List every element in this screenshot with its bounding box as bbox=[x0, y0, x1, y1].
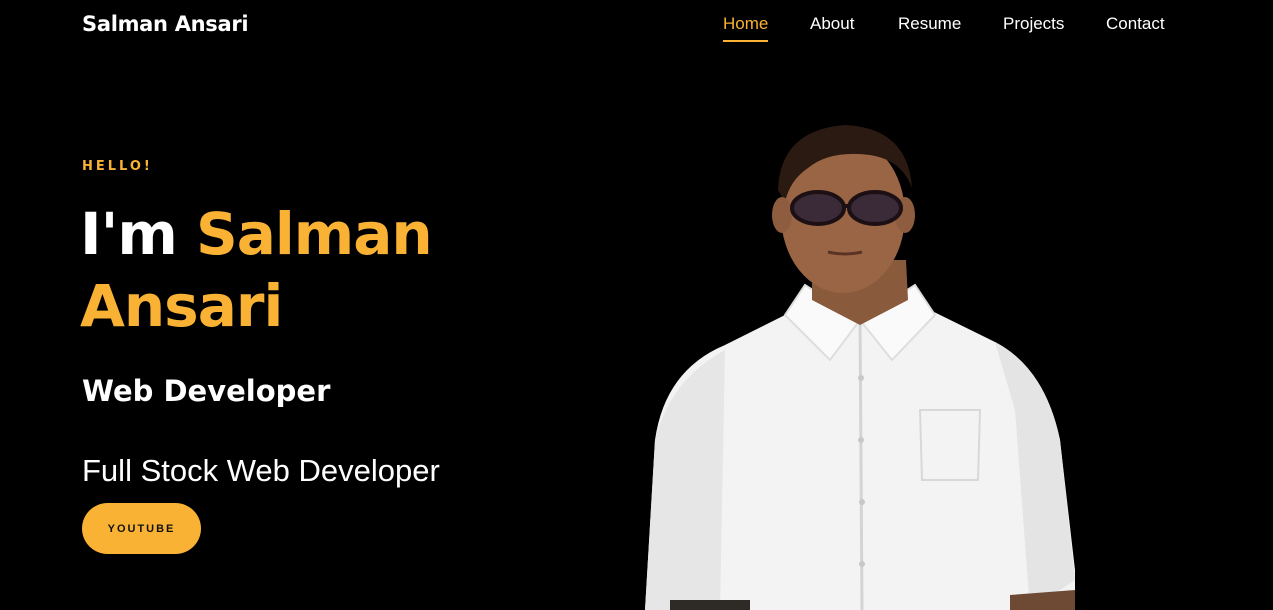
hero-tagline: Full Stock Web Developer bbox=[82, 453, 440, 488]
nav-link-home[interactable]: Home bbox=[723, 14, 769, 42]
profile-photo bbox=[645, 125, 1075, 610]
hero-greeting: HELLO! bbox=[82, 159, 153, 174]
headline-prefix: I'm bbox=[80, 200, 178, 268]
nav-link-about[interactable]: About bbox=[810, 14, 854, 34]
headline-first-name: Salman bbox=[195, 200, 433, 268]
hero-headline: I'm Salman Ansari bbox=[80, 198, 550, 342]
youtube-button[interactable]: YOUTUBE bbox=[82, 503, 201, 554]
active-nav-underline bbox=[723, 40, 769, 42]
nav-label-home: Home bbox=[723, 14, 769, 33]
site-header: Salman Ansari Home About Resume Projects… bbox=[0, 0, 1273, 52]
portfolio-page: Salman Ansari Home About Resume Projects… bbox=[0, 0, 1273, 610]
nav-link-resume[interactable]: Resume bbox=[898, 14, 961, 34]
nav-link-projects[interactable]: Projects bbox=[1003, 14, 1064, 34]
site-logo[interactable]: Salman Ansari bbox=[82, 12, 249, 36]
hero-role: Web Developer bbox=[82, 374, 331, 408]
nav-link-contact[interactable]: Contact bbox=[1106, 14, 1165, 34]
headline-last-name: Ansari bbox=[80, 272, 283, 340]
